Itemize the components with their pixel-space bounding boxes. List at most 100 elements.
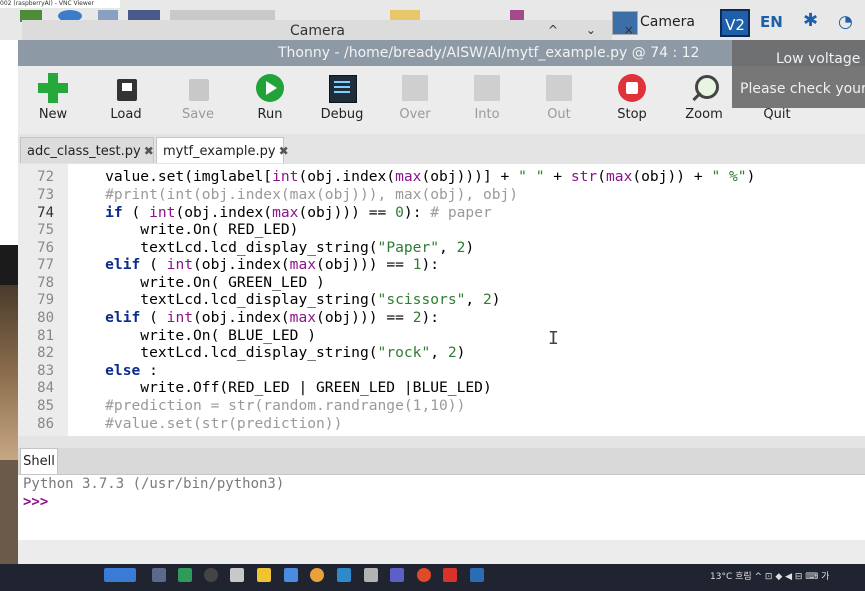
code-builtin: max bbox=[272, 204, 299, 221]
tab-shell[interactable]: Shell bbox=[20, 448, 58, 475]
run-icon bbox=[255, 73, 285, 103]
close-icon[interactable]: ✖ bbox=[144, 144, 154, 158]
code-line: write.On( GREEN_LED ) bbox=[70, 274, 325, 291]
thonny-status-area bbox=[18, 540, 865, 564]
notification-title: Low voltage w bbox=[776, 51, 865, 67]
code-string: " %" bbox=[711, 168, 747, 185]
taskview-icon[interactable] bbox=[152, 568, 166, 582]
app-icon[interactable] bbox=[178, 568, 192, 582]
step-out-icon bbox=[544, 73, 574, 103]
code-keyword: if bbox=[70, 204, 123, 221]
line-number: 86 bbox=[37, 416, 54, 432]
step-over-button[interactable]: Over bbox=[385, 70, 445, 130]
code-line: write.On( BLUE_LED ) bbox=[70, 327, 317, 344]
code-builtin: int bbox=[149, 204, 176, 221]
step-into-button[interactable]: Into bbox=[457, 70, 517, 130]
chrome-icon[interactable] bbox=[310, 568, 324, 582]
code-text: ( bbox=[122, 204, 150, 221]
code-line: write.On( RED_LED) bbox=[70, 221, 299, 238]
taskbar-camera-label: Camera bbox=[640, 14, 695, 30]
line-number: 79 bbox=[37, 292, 54, 308]
code-text: ) bbox=[456, 344, 466, 361]
code-text: ): bbox=[403, 204, 431, 221]
load-label: Load bbox=[110, 107, 142, 122]
pane-separator[interactable] bbox=[18, 436, 865, 448]
new-button[interactable]: New bbox=[23, 70, 83, 130]
code-text: (obj))) == bbox=[298, 204, 396, 221]
widgets-icon[interactable] bbox=[104, 568, 136, 582]
bluetooth-icon[interactable]: ✱ bbox=[803, 10, 818, 31]
debug-button[interactable]: Debug bbox=[312, 70, 372, 130]
step-over-icon bbox=[400, 73, 430, 103]
code-text: (obj.index( bbox=[193, 309, 290, 326]
code-line-comment: #print(int(obj.index(max(obj))), max(obj… bbox=[70, 186, 519, 203]
new-label: New bbox=[38, 107, 68, 122]
code-builtin: int bbox=[166, 309, 194, 326]
save-button[interactable]: Save bbox=[168, 70, 228, 130]
code-number: 2 bbox=[482, 291, 492, 308]
tab-label: mytf_example.py bbox=[163, 144, 276, 159]
run-label: Run bbox=[257, 107, 283, 122]
app-icon[interactable] bbox=[204, 568, 218, 582]
step-into-icon bbox=[472, 73, 502, 103]
code-number: 2 bbox=[447, 344, 457, 361]
desktop-wallpaper bbox=[0, 285, 18, 460]
vnc-viewer-title: 002 (raspberryAI) - VNC Viewer bbox=[0, 0, 120, 8]
code-text: ): bbox=[421, 256, 440, 273]
camera-window-controls[interactable]: ^ ⌄ × bbox=[548, 23, 646, 37]
code-keyword: else bbox=[70, 362, 141, 379]
app-icon[interactable] bbox=[230, 568, 244, 582]
load-button[interactable]: Load bbox=[96, 70, 156, 130]
step-over-label: Over bbox=[399, 107, 431, 122]
code-line: if ( int(obj.index(max(obj))) == 0): # p… bbox=[70, 204, 492, 221]
code-keyword: elif bbox=[70, 309, 141, 326]
zoom-label: Zoom bbox=[685, 107, 723, 122]
code-string: "scissors" bbox=[377, 291, 466, 308]
stop-button[interactable]: Stop bbox=[602, 70, 662, 130]
vnc-icon[interactable]: V2 bbox=[720, 9, 750, 37]
file-explorer-icon[interactable] bbox=[257, 568, 271, 582]
language-indicator[interactable]: EN bbox=[760, 13, 783, 31]
line-number: 80 bbox=[37, 310, 54, 326]
code-string: "rock" bbox=[377, 344, 431, 361]
code-text: (obj.index( bbox=[298, 168, 396, 185]
app-icon[interactable] bbox=[337, 568, 351, 582]
vnc-taskbar-icon[interactable] bbox=[470, 568, 484, 582]
code-builtin: str bbox=[570, 168, 598, 185]
code-builtin: max bbox=[606, 168, 633, 185]
tab-adc-class-test[interactable]: adc_class_test.py ✖ bbox=[20, 137, 154, 163]
run-button[interactable]: Run bbox=[240, 70, 300, 130]
app-icon[interactable] bbox=[417, 568, 431, 582]
line-number: 72 bbox=[37, 169, 54, 185]
code-line: else : bbox=[70, 362, 158, 379]
step-out-button[interactable]: Out bbox=[529, 70, 589, 130]
line-number: 78 bbox=[37, 275, 54, 291]
code-builtin: max bbox=[395, 168, 422, 185]
zoom-icon bbox=[689, 73, 719, 103]
zoom-button[interactable]: Zoom bbox=[674, 70, 734, 130]
code-text: ) bbox=[465, 239, 475, 256]
system-tray[interactable]: 13°C 흐림 ^ ⊡ ◆ ◀ ⊟ ⌨ 가 bbox=[710, 569, 829, 582]
code-number: 0 bbox=[395, 204, 404, 221]
stop-label: Stop bbox=[617, 107, 647, 122]
step-into-label: Into bbox=[474, 107, 500, 122]
code-text: textLcd.lcd_display_string( bbox=[70, 239, 378, 256]
code-builtin: max bbox=[289, 309, 317, 326]
app-icon[interactable] bbox=[364, 568, 378, 582]
plus-icon bbox=[38, 73, 68, 103]
mail-icon[interactable] bbox=[284, 568, 298, 582]
desktop-dark-fragment bbox=[0, 245, 18, 285]
wifi-icon[interactable]: ◔ bbox=[838, 12, 853, 32]
code-string: " " bbox=[518, 168, 545, 185]
line-number: 85 bbox=[37, 398, 54, 414]
code-string: "Paper" bbox=[377, 239, 440, 256]
teams-icon[interactable] bbox=[390, 568, 404, 582]
filezilla-icon[interactable] bbox=[443, 568, 457, 582]
code-text: + bbox=[544, 168, 571, 185]
tab-mytf-example[interactable]: mytf_example.py ✖ bbox=[156, 137, 289, 163]
line-number: 81 bbox=[37, 328, 54, 344]
close-icon[interactable]: ✖ bbox=[279, 144, 289, 158]
code-keyword: elif bbox=[70, 256, 141, 273]
code-text: (obj.index( bbox=[193, 256, 290, 273]
code-text: (obj)))] + bbox=[421, 168, 519, 185]
